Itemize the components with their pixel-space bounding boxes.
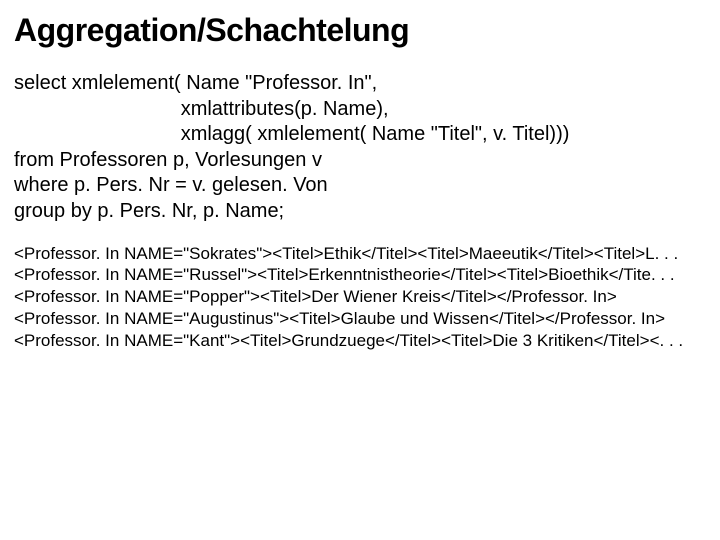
- output-line: <Professor. In NAME="Kant"><Titel>Grundz…: [14, 331, 683, 350]
- output-line: <Professor. In NAME="Augustinus"><Titel>…: [14, 309, 665, 328]
- page-title: Aggregation/Schachtelung: [14, 12, 706, 49]
- output-block: <Professor. In NAME="Sokrates"><Titel>Et…: [14, 243, 706, 352]
- sql-line: group by p. Pers. Nr, p. Name;: [14, 200, 284, 222]
- sql-line: xmlagg( xmlelement( Name "Titel", v. Tit…: [14, 123, 569, 145]
- output-line: <Professor. In NAME="Popper"><Titel>Der …: [14, 287, 617, 306]
- sql-line: select xmlelement( Name "Professor. In",: [14, 72, 377, 94]
- output-line: <Professor. In NAME="Russel"><Titel>Erke…: [14, 265, 675, 284]
- sql-line: from Professoren p, Vorlesungen v: [14, 149, 322, 171]
- sql-line: xmlattributes(p. Name),: [14, 98, 389, 120]
- slide-page: Aggregation/Schachtelung select xmleleme…: [0, 0, 720, 351]
- sql-line: where p. Pers. Nr = v. gelesen. Von: [14, 174, 328, 196]
- sql-block: select xmlelement( Name "Professor. In",…: [14, 71, 706, 225]
- output-line: <Professor. In NAME="Sokrates"><Titel>Et…: [14, 244, 678, 263]
